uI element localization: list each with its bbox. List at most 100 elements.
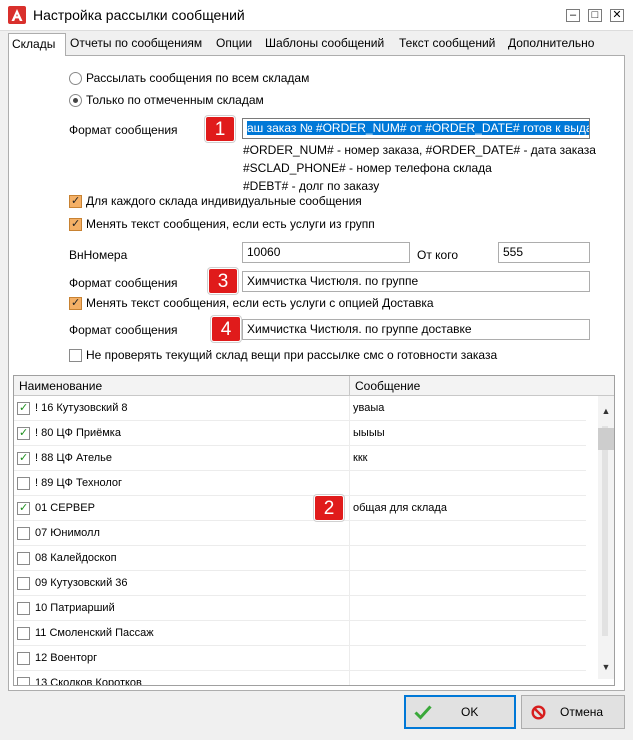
warehouse-grid[interactable]: Наименование Сообщение ✓ ! 16 Кутузовский… (13, 375, 615, 686)
from-label: От кого (417, 248, 459, 262)
row-message[interactable] (353, 596, 583, 621)
radio-all-label: Рассылать сообщения по всем складам (86, 71, 310, 85)
ok-label: OK (461, 705, 479, 719)
scroll-thumb[interactable] (598, 428, 614, 450)
row-checkbox[interactable] (17, 627, 30, 640)
row-message[interactable]: ккк (353, 446, 583, 471)
table-row[interactable]: ! 89 ЦФ Технолог (14, 471, 586, 496)
row-name: 09 Кутузовский 36 (35, 577, 128, 589)
row-name: 11 Смоленский Пассаж (35, 627, 154, 639)
tab-strip: Склады Отчеты по сообщениям Опции Шаблон… (8, 33, 625, 56)
from-input[interactable]: 555 (498, 242, 590, 263)
vnnomera-input[interactable]: 10060 (242, 242, 410, 263)
hint-phone: #SCLAD_PHONE# - номер телефона склада (243, 161, 492, 175)
checkbox-individual-label: Для каждого склада индивидуальные сообще… (86, 194, 362, 208)
tab-options[interactable]: Опции (213, 33, 255, 55)
row-checkbox[interactable]: ✓ (17, 402, 30, 415)
table-row[interactable]: 08 Калейдоскоп (14, 546, 586, 571)
row-checkbox[interactable] (17, 677, 30, 685)
row-message[interactable] (353, 671, 583, 685)
radio-marked-warehouses[interactable] (69, 94, 82, 107)
row-checkbox[interactable]: ✓ (17, 502, 30, 515)
row-message[interactable] (353, 646, 583, 671)
minimize-button[interactable]: – (566, 9, 580, 22)
checkbox-individual[interactable]: ✓ (69, 195, 82, 208)
window-title: Настройка рассылки сообщений (33, 7, 245, 23)
table-row[interactable]: ✓ ! 80 ЦФ Приёмка ыыыы (14, 421, 586, 446)
checkmark-icon (414, 705, 432, 720)
row-checkbox[interactable] (17, 477, 30, 490)
title-bar[interactable]: Настройка рассылки сообщений – □ ✕ (0, 0, 633, 31)
checkbox-no-check[interactable] (69, 349, 82, 362)
row-divider (349, 396, 350, 421)
row-divider (349, 471, 350, 496)
app-logo-icon (8, 6, 26, 24)
checkbox-change-delivery-label: Менять текст сообщения, если есть услуги… (86, 296, 434, 310)
format-input-1[interactable]: аш заказ № #ORDER_NUM# от #ORDER_DATE# г… (242, 118, 590, 139)
dialog-footer: OK Отмена (0, 692, 633, 740)
tab-message-text[interactable]: Текст сообщений (396, 33, 498, 55)
checkbox-no-check-label: Не проверять текущий склад вещи при расс… (86, 348, 498, 362)
format-input-3[interactable]: Химчистка Чистюля. по группе (242, 271, 590, 292)
vnnomera-label: ВнНомера (69, 248, 128, 262)
row-message[interactable] (353, 621, 583, 646)
maximize-icon: □ (591, 9, 599, 21)
table-row[interactable]: ✓ 01 СЕРВЕР общая для склада (14, 496, 586, 521)
row-name: 07 Юнимолл (35, 527, 100, 539)
row-checkbox[interactable] (17, 652, 30, 665)
format-label-4: Формат сообщения (69, 323, 178, 337)
scroll-track[interactable] (602, 426, 608, 636)
col-header-message[interactable]: Сообщение (350, 376, 614, 396)
row-checkbox[interactable]: ✓ (17, 427, 30, 440)
row-checkbox[interactable]: ✓ (17, 452, 30, 465)
scroll-up-icon[interactable]: ▲ (598, 406, 614, 416)
hint-order: #ORDER_NUM# - номер заказа, #ORDER_DATE#… (243, 143, 596, 157)
format-input-4[interactable]: Химчистка Чистюля. по группе доставке (242, 319, 590, 340)
table-row[interactable]: ✓ ! 16 Кутузовский 8 уваыа (14, 396, 586, 421)
row-message[interactable] (353, 546, 583, 571)
row-message[interactable] (353, 571, 583, 596)
row-message[interactable]: общая для склада (353, 496, 583, 521)
annotation-badge-3: 3 (208, 268, 238, 294)
tab-templates[interactable]: Шаблоны сообщений (262, 33, 387, 55)
row-name: ! 16 Кутузовский 8 (35, 402, 128, 414)
radio-all-warehouses[interactable] (69, 72, 82, 85)
table-row[interactable]: 11 Смоленский Пассаж (14, 621, 586, 646)
row-divider (349, 521, 350, 546)
row-divider (349, 496, 350, 521)
row-checkbox[interactable] (17, 602, 30, 615)
row-divider (349, 446, 350, 471)
row-message[interactable]: уваыа (353, 396, 583, 421)
hint-debt: #DEBT# - долг по заказу (243, 179, 380, 193)
checkbox-change-groups-label: Менять текст сообщения, если есть услуги… (86, 217, 375, 231)
checkbox-change-groups[interactable]: ✓ (69, 218, 82, 231)
row-checkbox[interactable] (17, 577, 30, 590)
tab-sklady[interactable]: Склады (8, 33, 66, 56)
scroll-down-icon[interactable]: ▼ (598, 662, 614, 672)
table-row[interactable]: 09 Кутузовский 36 (14, 571, 586, 596)
checkmark-icon: ✓ (19, 427, 29, 439)
table-row[interactable]: 10 Патриарший (14, 596, 586, 621)
row-message[interactable] (353, 521, 583, 546)
checkbox-change-delivery[interactable]: ✓ (69, 297, 82, 310)
col-header-name[interactable]: Наименование (14, 376, 349, 396)
row-message[interactable]: ыыыы (353, 421, 583, 446)
table-row[interactable]: ✓ ! 88 ЦФ Ателье ккк (14, 446, 586, 471)
close-button[interactable]: ✕ (610, 9, 624, 22)
tab-additional[interactable]: Дополнительно (505, 33, 597, 55)
tab-reports[interactable]: Отчеты по сообщениям (67, 33, 205, 55)
maximize-button[interactable]: □ (588, 9, 602, 22)
row-message[interactable] (353, 471, 583, 496)
row-checkbox[interactable] (17, 527, 30, 540)
cancel-icon (531, 705, 546, 720)
table-row[interactable]: 07 Юнимолл (14, 521, 586, 546)
ok-button[interactable]: OK (404, 695, 516, 729)
cancel-button[interactable]: Отмена (521, 695, 625, 729)
format-label-1: Формат сообщения (69, 123, 178, 137)
table-row[interactable]: 13 Сколков Коротков (14, 671, 586, 685)
grid-header: Наименование Сообщение (14, 376, 614, 396)
vertical-scrollbar[interactable]: ▲ ▼ (598, 396, 614, 679)
row-checkbox[interactable] (17, 552, 30, 565)
row-name: 12 Военторг (35, 652, 98, 664)
table-row[interactable]: 12 Военторг (14, 646, 586, 671)
